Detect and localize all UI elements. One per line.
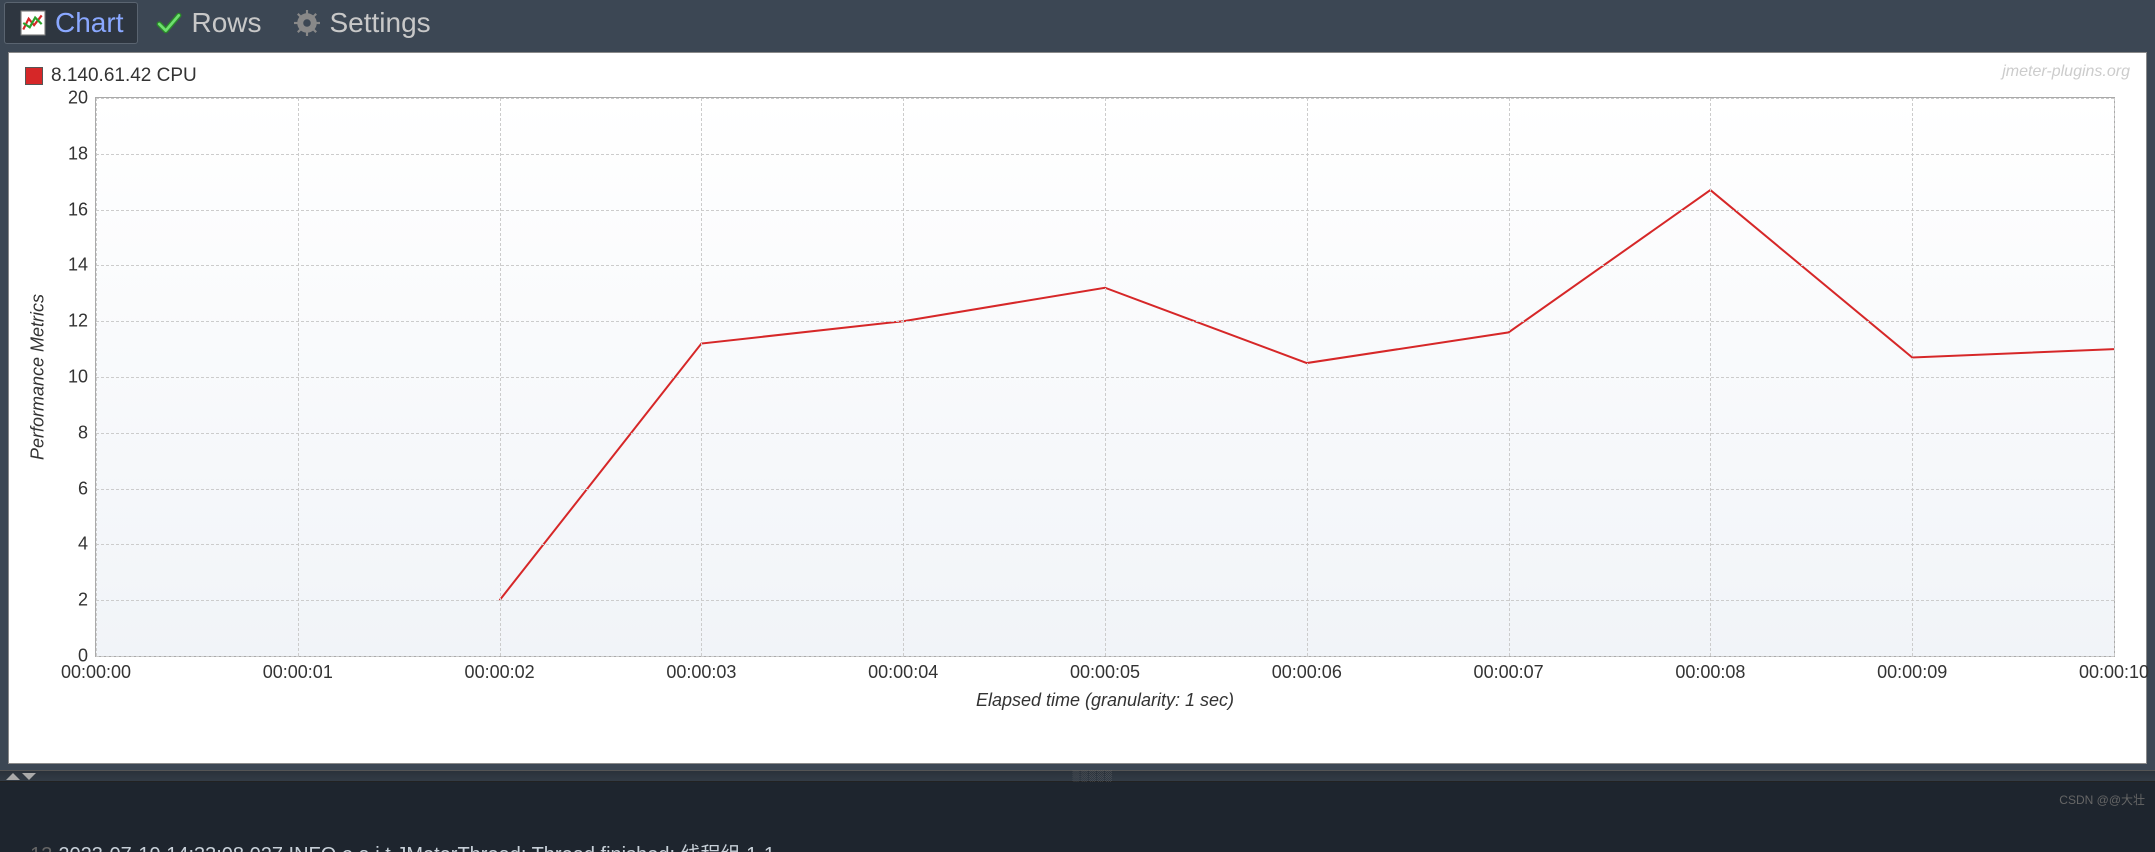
y-tick: 4	[78, 534, 88, 555]
y-tick: 16	[68, 199, 88, 220]
x-tick: 00:00:05	[1070, 662, 1140, 683]
chart-icon	[19, 9, 47, 37]
y-tick: 6	[78, 478, 88, 499]
y-tick: 12	[68, 311, 88, 332]
log-panel[interactable]: CSDN @@大壮 13 2023-07-19 14:33:08,027 INFO…	[0, 782, 2155, 852]
x-tick: 00:00:01	[263, 662, 333, 683]
y-tick: 14	[68, 255, 88, 276]
gear-icon	[293, 9, 321, 37]
y-tick: 18	[68, 143, 88, 164]
x-tick: 00:00:10	[2079, 662, 2149, 683]
y-tick: 20	[68, 88, 88, 109]
x-tick: 00:00:04	[868, 662, 938, 683]
check-icon	[155, 9, 183, 37]
x-tick: 00:00:03	[666, 662, 736, 683]
y-axis-label: Performance Metrics	[28, 294, 49, 460]
x-axis-label: Elapsed time (granularity: 1 sec)	[976, 690, 1234, 711]
log-watermark: CSDN @@大壮	[2059, 786, 2145, 814]
plot-area: Performance Metrics Elapsed time (granul…	[95, 97, 2115, 657]
x-tick: 00:00:06	[1272, 662, 1342, 683]
legend-swatch	[25, 67, 43, 85]
chevron-up-icon	[6, 773, 20, 780]
log-line-number: 13	[30, 844, 52, 852]
x-tick: 00:00:09	[1877, 662, 1947, 683]
tab-chart[interactable]: Chart	[4, 2, 138, 44]
y-tick: 10	[68, 367, 88, 388]
tab-rows[interactable]: Rows	[140, 2, 276, 44]
tab-settings-label: Settings	[329, 7, 430, 39]
splitter-grip-icon: ░░░░░	[1072, 771, 1112, 782]
tab-settings[interactable]: Settings	[278, 2, 445, 44]
log-line: 2023-07-19 14:33:08,027 INFO o.a.j.t.JMe…	[58, 844, 775, 852]
chart-watermark: jmeter-plugins.org	[2002, 63, 2130, 81]
tab-chart-label: Chart	[55, 7, 123, 39]
tab-rows-label: Rows	[191, 7, 261, 39]
legend: 8.140.61.42 CPU	[21, 63, 2134, 89]
x-tick: 00:00:07	[1474, 662, 1544, 683]
y-tick: 8	[78, 422, 88, 443]
legend-label: 8.140.61.42 CPU	[51, 65, 197, 87]
chevron-down-icon	[22, 773, 36, 780]
y-tick: 2	[78, 590, 88, 611]
pane-splitter[interactable]: ░░░░░	[0, 770, 2155, 782]
x-tick: 00:00:08	[1675, 662, 1745, 683]
view-tabs: Chart Rows Settings	[0, 0, 2155, 46]
x-tick: 00:00:00	[61, 662, 131, 683]
x-tick: 00:00:02	[465, 662, 535, 683]
chart-panel: 8.140.61.42 CPU jmeter-plugins.org Perfo…	[8, 52, 2147, 764]
